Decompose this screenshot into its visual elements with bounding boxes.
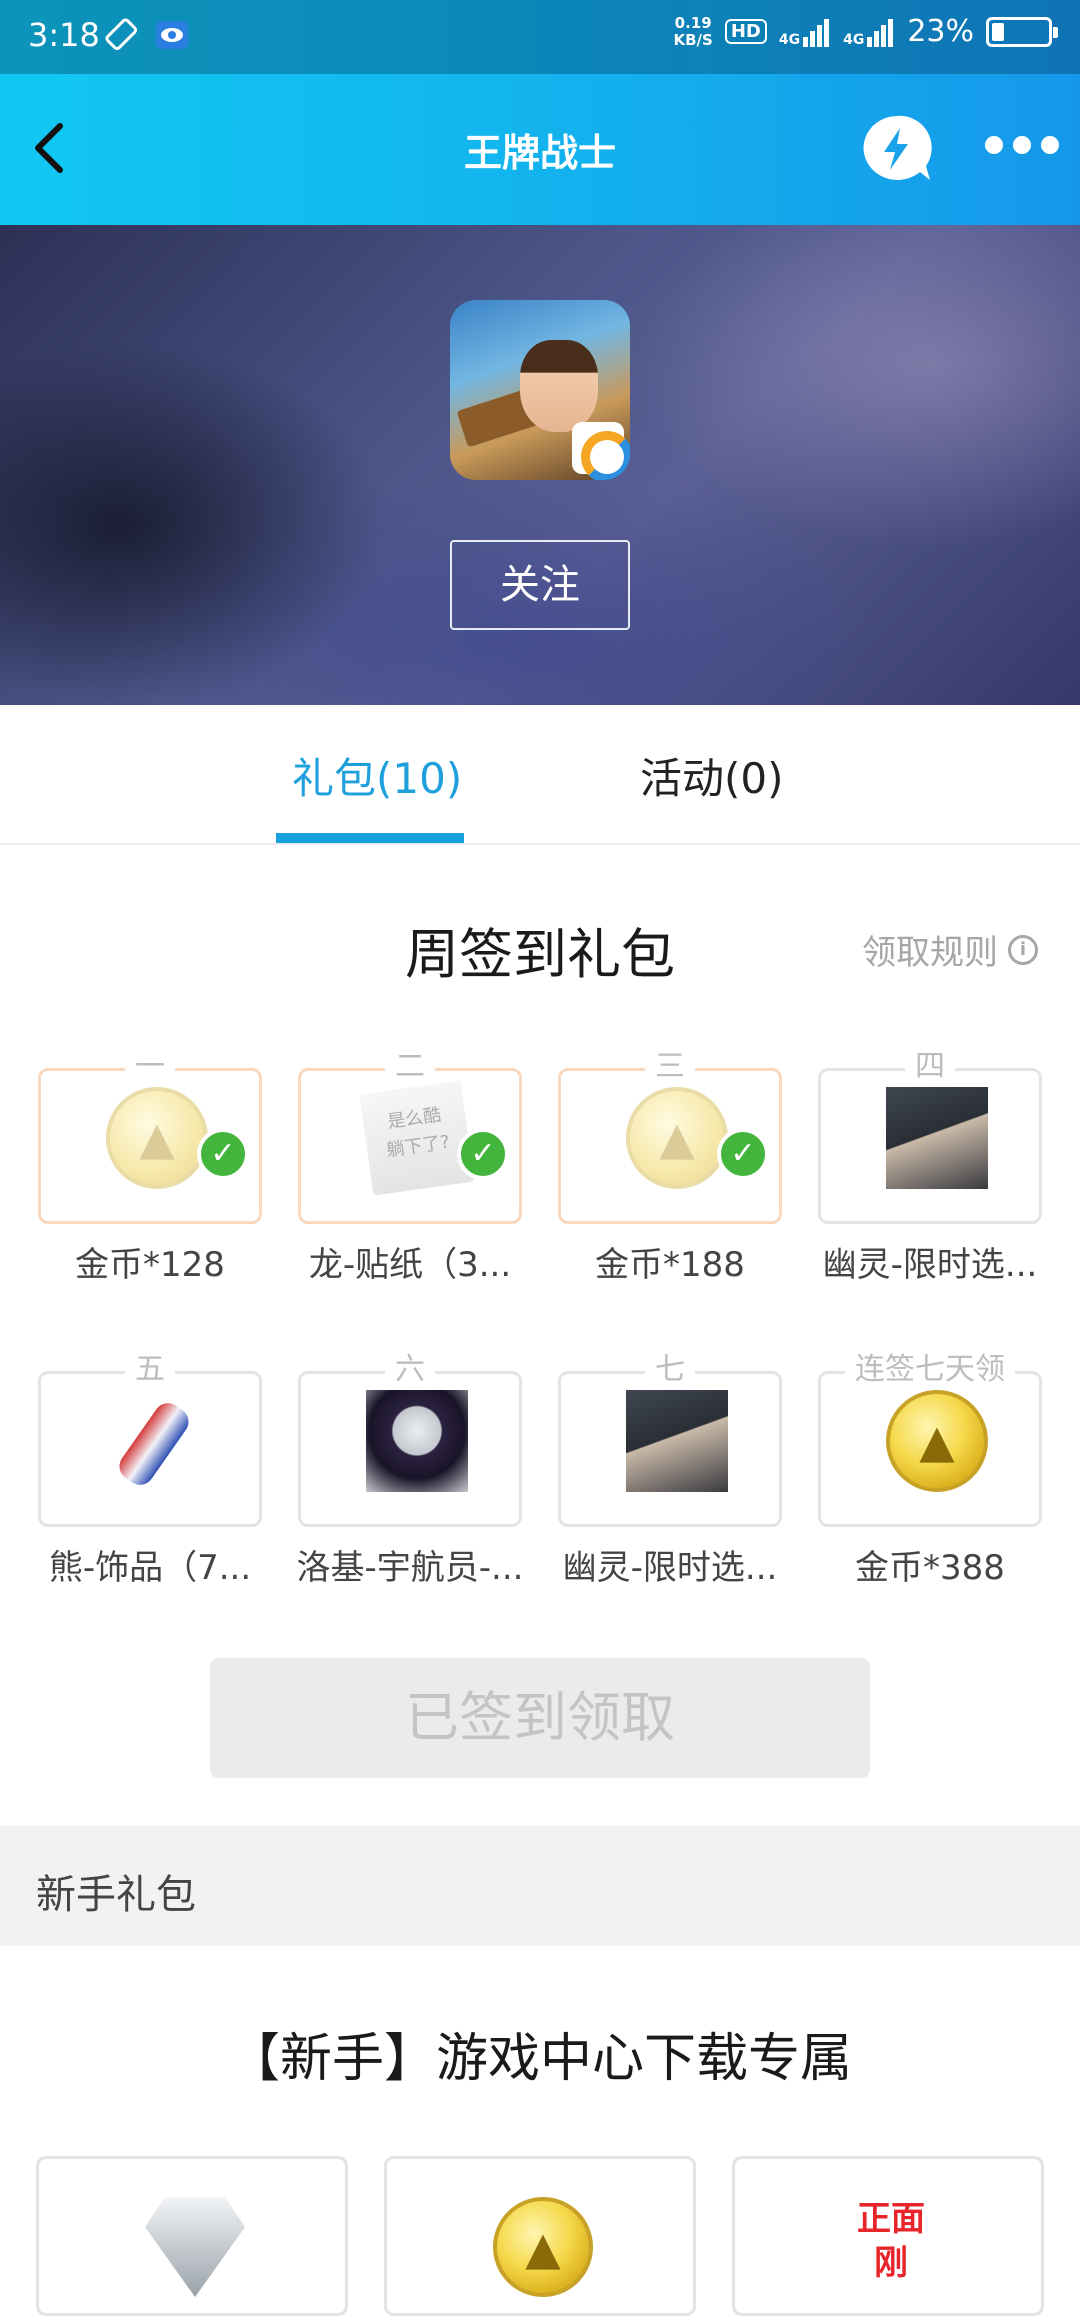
gift-day-text: 三 <box>645 1049 695 1084</box>
check-icon: ✓ <box>457 1128 509 1180</box>
newbie-gift-card[interactable] <box>384 2156 696 2316</box>
gift-name: 金币*128 <box>75 1245 225 1285</box>
lightning-chat-icon[interactable] <box>860 114 932 184</box>
check-icon: ✓ <box>197 1128 249 1180</box>
newbie-section-label: 新手礼包 <box>36 1872 196 1918</box>
status-time: 3:18 <box>28 16 100 54</box>
battery-fill <box>992 22 1004 41</box>
newbie-section-header: 新手礼包 <box>0 1826 1080 1946</box>
gift-name: 洛基-宇航员-... <box>296 1548 524 1588</box>
gift-day-label: 七 <box>558 1344 782 1388</box>
gift-day-5[interactable]: 五 熊-饰品（7... <box>38 1334 262 1604</box>
gift-name: 龙-贴纸（3... <box>308 1245 512 1285</box>
game-app-icon[interactable] <box>450 300 630 480</box>
coin-icon <box>106 1087 208 1189</box>
battery-percent: 23% <box>907 14 974 49</box>
gift-day-label: 五 <box>38 1344 262 1388</box>
gift-day-text: 七 <box>645 1352 695 1387</box>
gift-day-label: 二 <box>298 1041 522 1085</box>
app-top-area: 3:18 0.19 KB/S HD 4G 4G 23% 王牌战士 <box>0 0 1080 225</box>
status-left-icons <box>104 17 190 53</box>
character-portrait-icon <box>886 1087 988 1189</box>
gift-day-3[interactable]: 三 ✓ 金币*188 <box>558 1031 782 1301</box>
more-dot <box>1013 136 1031 154</box>
sticker-icon: 是么酷 躺下了? <box>359 1080 475 1196</box>
network-type-1: 4G <box>778 31 801 48</box>
newbie-gift-card[interactable]: 正面刚 <box>732 2156 1044 2316</box>
tab-gifts[interactable]: 礼包(10) <box>292 745 462 806</box>
bottle-icon <box>106 1390 208 1492</box>
astronaut-portrait-icon <box>366 1390 468 1492</box>
game-banner: 关注 <box>0 225 1080 705</box>
network-type-2: 4G <box>843 31 865 48</box>
gift-day-text: 五 <box>125 1352 175 1387</box>
rotate-icon <box>105 18 138 51</box>
character-portrait-icon <box>626 1390 728 1492</box>
signal-2-icon: 4G <box>843 17 895 47</box>
status-right: 0.19 KB/S HD 4G 4G 23% <box>673 13 1058 49</box>
badge-icon: 正面刚 <box>841 2197 941 2297</box>
gift-day-label: 六 <box>298 1344 522 1388</box>
gift-day-4[interactable]: 四 幽灵-限时选... <box>818 1031 1042 1301</box>
gift-day-text: 连签七天领 <box>845 1352 1015 1387</box>
badge-text: 正面刚 <box>857 2199 925 2283</box>
gift-day-text: 四 <box>905 1049 955 1084</box>
active-tab-indicator <box>276 833 464 843</box>
gift-day-6[interactable]: 六 洛基-宇航员-... <box>297 1334 523 1604</box>
coin-icon <box>626 1087 728 1189</box>
rules-label: 领取规则 <box>862 933 998 973</box>
coin-icon <box>886 1390 988 1492</box>
gift-day-label: 一 <box>38 1041 262 1085</box>
gift-name: 熊-饰品（7... <box>48 1548 252 1588</box>
gift-name: 金币*388 <box>855 1548 1005 1588</box>
more-dot <box>1041 136 1059 154</box>
gift-day-7[interactable]: 七 幽灵-限时选... <box>558 1334 782 1604</box>
newbie-gift-card[interactable] <box>36 2156 348 2316</box>
claim-button[interactable]: 已签到领取 <box>210 1658 870 1778</box>
gift-day-2[interactable]: 二 是么酷 躺下了? ✓ 龙-贴纸（3... <box>298 1031 522 1301</box>
rules-link[interactable]: 领取规则 i <box>862 925 1038 974</box>
status-bar: 3:18 0.19 KB/S HD 4G 4G 23% <box>0 0 1080 74</box>
net-speed: 0.19 KB/S <box>673 13 713 49</box>
gift-name: 幽灵-限时选... <box>822 1245 1038 1285</box>
battery-icon <box>986 16 1058 47</box>
gift-streak-7[interactable]: 连签七天领 金币*388 <box>818 1334 1042 1604</box>
gift-name: 幽灵-限时选... <box>562 1548 778 1588</box>
net-speed-value: 0.19 <box>674 13 712 32</box>
gift-day-text: 一 <box>125 1049 175 1084</box>
newbie-gift-title: 【新手】游戏中心下载专属 <box>227 2029 852 2089</box>
gift-day-label: 四 <box>818 1041 1042 1085</box>
more-dot <box>985 136 1003 154</box>
check-icon: ✓ <box>717 1128 769 1180</box>
gift-day-1[interactable]: 一 ✓ 金币*128 <box>38 1031 262 1301</box>
tab-bar: 礼包(10) 活动(0) <box>0 705 1080 845</box>
net-speed-unit: KB/S <box>673 30 713 49</box>
coin-icon <box>493 2197 593 2297</box>
diamond-icon <box>145 2197 245 2297</box>
info-icon: i <box>1008 934 1038 965</box>
signal-1-icon: 4G <box>779 17 831 47</box>
gift-day-text: 六 <box>385 1352 435 1387</box>
app-header: 王牌战士 <box>0 74 1080 225</box>
tencent-games-logo-icon <box>572 422 630 480</box>
tab-activities[interactable]: 活动(0) <box>640 745 784 806</box>
gift-day-text: 二 <box>385 1049 435 1084</box>
hd-badge: HD <box>724 19 767 44</box>
gift-day-label: 三 <box>558 1041 782 1085</box>
gift-name: 金币*188 <box>595 1245 745 1285</box>
gift-day-label: 连签七天领 <box>818 1344 1042 1388</box>
more-icon[interactable] <box>985 136 1059 154</box>
follow-button[interactable]: 关注 <box>450 540 630 630</box>
game-icon-character <box>520 340 598 432</box>
eye-icon <box>156 21 188 49</box>
